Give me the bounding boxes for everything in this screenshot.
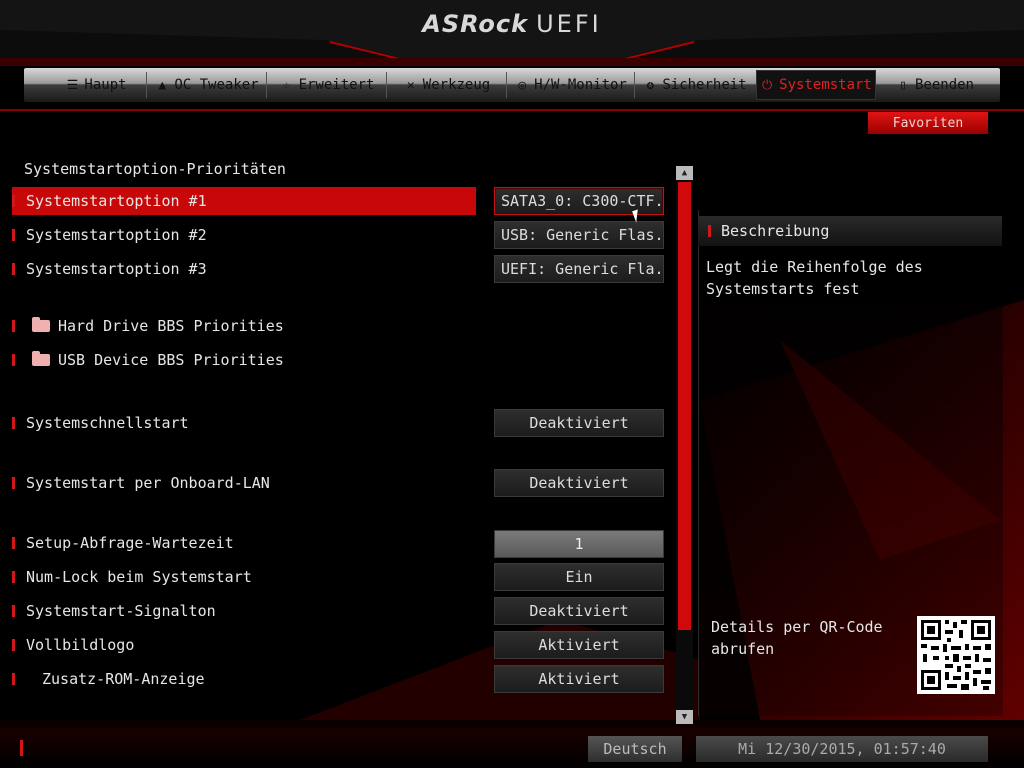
exit-door-icon: ▯: [899, 77, 907, 93]
numlock-value[interactable]: Ein: [494, 563, 664, 591]
tab-werkzeug[interactable]: ✕ Werkzeug: [388, 70, 506, 100]
row-marker: [12, 320, 15, 332]
setting-label: Num-Lock beim Systemstart: [26, 568, 252, 586]
qr-code-image: [917, 616, 995, 694]
tab-systemstart[interactable]: ⏻ Systemstart: [756, 70, 876, 100]
row-marker: [12, 571, 15, 583]
row-marker: [708, 225, 711, 237]
row-marker: [12, 263, 15, 275]
tab-haupt[interactable]: ☰ Haupt: [46, 70, 146, 100]
fast-boot-value[interactable]: Deaktiviert: [494, 409, 664, 437]
favorites-button[interactable]: Favoriten: [868, 112, 988, 134]
tab-beenden[interactable]: ▯ Beenden: [880, 70, 990, 100]
section-title: Systemstartoption-Prioritäten: [24, 160, 286, 178]
boot-onboard-lan-value[interactable]: Deaktiviert: [494, 469, 664, 497]
full-screen-logo-value[interactable]: Aktiviert: [494, 631, 664, 659]
tab-label: Werkzeug: [422, 77, 491, 93]
row-marker: [12, 537, 15, 549]
tab-label: Sicherheit: [662, 77, 747, 93]
setting-label: Systemstartoption #1: [26, 192, 207, 210]
tools-icon: ✕: [406, 77, 415, 93]
setting-label: Vollbildlogo: [26, 636, 135, 654]
tab-divider: [146, 72, 147, 98]
tab-oc-tweaker[interactable]: ▲ OC Tweaker: [148, 70, 266, 100]
setting-boot-onboard-lan[interactable]: Systemstart per Onboard-LAN: [12, 469, 270, 497]
row-marker: [12, 477, 15, 489]
tab-divider: [386, 72, 387, 98]
setting-setup-prompt-timeout[interactable]: Setup-Abfrage-Wartezeit: [12, 529, 234, 557]
tab-label: H/W-Monitor: [534, 77, 627, 93]
boot-option-3-value[interactable]: UEFI: Generic Fla...: [494, 255, 664, 283]
setting-label: Zusatz-ROM-Anzeige: [42, 670, 205, 688]
description-title: Beschreibung: [721, 222, 830, 240]
tab-hw-monitor[interactable]: ◎ H/W-Monitor: [508, 70, 634, 100]
shield-icon: ✪: [646, 77, 655, 93]
row-marker: [12, 605, 15, 617]
list-icon: ☰: [66, 77, 79, 93]
tab-divider: [634, 72, 635, 98]
row-marker: [12, 195, 15, 207]
setting-addon-rom-display[interactable]: Zusatz-ROM-Anzeige: [12, 665, 205, 693]
scroll-down-arrow-icon[interactable]: ▼: [676, 710, 693, 724]
tab-sicherheit[interactable]: ✪ Sicherheit: [636, 70, 754, 100]
scroll-up-arrow-icon[interactable]: ▲: [676, 166, 693, 180]
tab-label: OC Tweaker: [174, 77, 259, 93]
brand-name: ASRock: [422, 10, 529, 38]
setting-label: Hard Drive BBS Priorities: [58, 317, 284, 335]
brand-logo: ASRock UEFI: [0, 10, 1024, 38]
tab-label: Systemstart: [779, 77, 872, 93]
tab-divider: [266, 72, 267, 98]
gauge-icon: ◎: [518, 77, 527, 93]
setting-label: Systemstart-Signalton: [26, 602, 216, 620]
tab-divider: [506, 72, 507, 98]
setting-boot-option-3[interactable]: Systemstartoption #3: [12, 255, 207, 283]
description-text: Legt die Reihenfolge des Systemstarts fe…: [706, 258, 923, 298]
tab-label: Beenden: [914, 77, 974, 93]
addon-rom-display-value[interactable]: Aktiviert: [494, 665, 664, 693]
star-icon: ☆: [282, 77, 291, 93]
setting-label: USB Device BBS Priorities: [58, 351, 284, 369]
datetime-display: Mi 12/30/2015, 01:57:40: [696, 736, 988, 762]
submenu-hard-drive-bbs[interactable]: Hard Drive BBS Priorities: [12, 312, 284, 340]
product-name: UEFI: [536, 10, 602, 38]
setting-boot-beep[interactable]: Systemstart-Signalton: [12, 597, 216, 625]
setting-label: Systemstartoption #2: [26, 226, 207, 244]
setting-label: Systemstart per Onboard-LAN: [26, 474, 270, 492]
tab-label: Haupt: [84, 77, 127, 93]
setup-prompt-timeout-input[interactable]: 1: [494, 530, 664, 558]
footer-marker: [20, 740, 23, 756]
folder-icon: [32, 351, 50, 366]
row-marker: [12, 639, 15, 651]
setting-numlock[interactable]: Num-Lock beim Systemstart: [12, 563, 252, 591]
submenu-usb-device-bbs[interactable]: USB Device BBS Priorities: [12, 346, 284, 374]
language-button[interactable]: Deutsch: [588, 736, 682, 762]
scrollbar[interactable]: ▲ ▼: [676, 166, 693, 724]
brand-header: ASRock UEFI: [0, 0, 1024, 52]
setting-label: Systemstartoption #3: [26, 260, 207, 278]
setting-boot-option-2[interactable]: Systemstartoption #2: [12, 221, 207, 249]
setting-boot-option-1[interactable]: Systemstartoption #1: [12, 187, 476, 215]
setting-fast-boot[interactable]: Systemschnellstart: [12, 409, 189, 437]
boot-option-2-value[interactable]: USB: Generic Flas...: [494, 221, 664, 249]
description-header: Beschreibung: [698, 216, 1002, 246]
qr-code-caption: Details per QR-Code abrufen: [711, 618, 883, 658]
tab-label: Erweitert: [298, 77, 375, 93]
folder-icon: [32, 317, 50, 332]
row-marker: [12, 229, 15, 241]
scrollbar-thumb[interactable]: [678, 182, 691, 630]
row-marker: [12, 417, 15, 429]
row-marker: [12, 354, 15, 366]
setting-full-screen-logo[interactable]: Vollbildlogo: [12, 631, 134, 659]
setting-label: Setup-Abfrage-Wartezeit: [26, 534, 234, 552]
boot-beep-value[interactable]: Deaktiviert: [494, 597, 664, 625]
rocket-icon: ▲: [158, 77, 167, 93]
row-marker: [12, 673, 15, 685]
tab-erweitert[interactable]: ☆ Erweitert: [268, 70, 386, 100]
setting-label: Systemschnellstart: [26, 414, 189, 432]
power-icon: ⏻: [761, 77, 773, 93]
